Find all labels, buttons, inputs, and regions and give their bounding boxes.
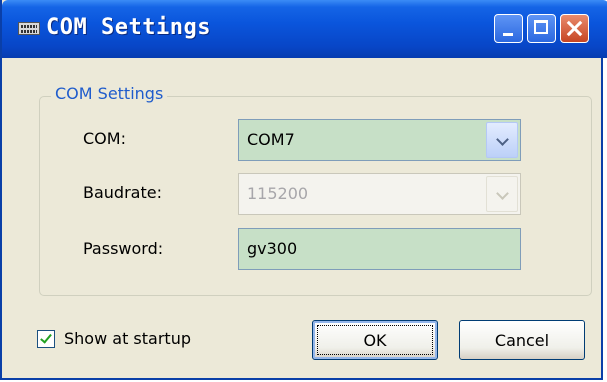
maximize-button[interactable] [527,14,556,43]
cancel-button[interactable]: Cancel [459,320,585,360]
close-button[interactable] [560,14,589,43]
ok-button[interactable]: OK [312,320,438,360]
password-label: Password: [83,239,164,258]
title-bar[interactable]: COM Settings [2,0,607,58]
chevron-down-icon [486,176,518,212]
com-settings-window: COM Settings COM Settings COM: COM7 Baud… [0,0,607,380]
baudrate-value: 115200 [247,184,309,203]
app-icon [18,22,40,35]
com-value: COM7 [247,130,295,149]
password-value: gv300 [247,239,298,258]
baudrate-label: Baudrate: [83,183,162,202]
group-title: COM Settings [51,84,168,103]
com-select[interactable]: COM7 [238,119,521,161]
show-at-startup-label[interactable]: Show at startup [64,329,191,348]
show-at-startup-checkbox[interactable] [37,330,55,348]
chevron-down-icon[interactable] [486,122,518,158]
window-title: COM Settings [46,15,211,40]
baudrate-select: 115200 [238,173,521,215]
password-field[interactable]: gv300 [238,228,521,270]
minimize-button[interactable] [494,14,523,43]
com-label: COM: [83,129,126,148]
